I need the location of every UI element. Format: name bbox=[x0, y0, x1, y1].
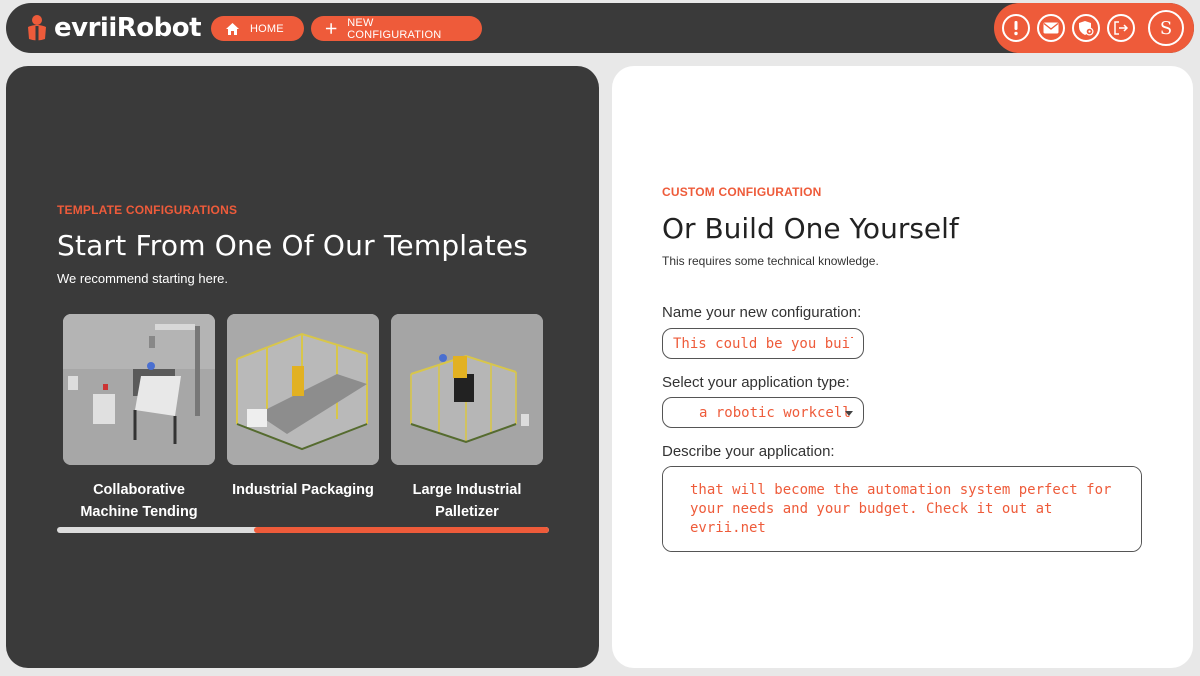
template-card-label: Collaborative Machine Tending bbox=[80, 482, 198, 520]
logo-icon bbox=[26, 14, 48, 42]
carousel-scrollbar[interactable] bbox=[57, 527, 549, 533]
custom-panel: CUSTOM CONFIGURATION Or Build One Yourse… bbox=[612, 66, 1193, 668]
carousel-scrollbar-thumb[interactable] bbox=[253, 527, 549, 533]
custom-title: Or Build One Yourself bbox=[662, 212, 959, 245]
header-actions: S bbox=[994, 3, 1194, 53]
template-thumbnail bbox=[227, 314, 379, 465]
application-type-select[interactable]: a robotic workcell bbox=[662, 397, 864, 428]
template-thumbnail bbox=[391, 314, 543, 465]
new-configuration-label: NEW CONFIGURATION bbox=[347, 16, 442, 41]
logo[interactable]: evriiRobot bbox=[26, 13, 202, 43]
home-button-label: HOME bbox=[250, 22, 284, 35]
template-card-collaborative-machine-tending[interactable]: Collaborative Machine Tending bbox=[63, 314, 215, 523]
shield-gear-icon[interactable] bbox=[1072, 14, 1100, 42]
new-configuration-button[interactable]: NEW CONFIGURATION bbox=[311, 16, 482, 41]
logout-icon[interactable] bbox=[1107, 14, 1135, 42]
template-card-label: Large Industrial Palletizer bbox=[412, 482, 522, 520]
type-field-label: Select your application type: bbox=[662, 374, 850, 391]
template-card-industrial-packaging[interactable]: Industrial Packaging bbox=[227, 314, 379, 501]
top-bar: evriiRobot HOME NEW CONFIGURATION S bbox=[6, 3, 1194, 53]
template-thumbnail bbox=[63, 314, 215, 465]
alert-icon[interactable] bbox=[1002, 14, 1030, 42]
mail-icon[interactable] bbox=[1037, 14, 1065, 42]
template-subtitle: We recommend starting here. bbox=[57, 271, 228, 286]
template-title: Start From One Of Our Templates bbox=[57, 229, 529, 262]
template-panel: TEMPLATE CONFIGURATIONS Start From One O… bbox=[6, 66, 599, 668]
plus-icon bbox=[325, 23, 337, 34]
chevron-down-icon bbox=[845, 411, 853, 416]
template-card-label: Industrial Packaging bbox=[232, 482, 374, 498]
custom-eyebrow: CUSTOM CONFIGURATION bbox=[662, 185, 822, 199]
home-button[interactable]: HOME bbox=[211, 16, 304, 41]
configuration-name-input[interactable] bbox=[662, 328, 864, 359]
template-eyebrow: TEMPLATE CONFIGURATIONS bbox=[57, 203, 238, 217]
custom-subtitle: This requires some technical knowledge. bbox=[662, 254, 879, 268]
home-icon bbox=[226, 22, 239, 35]
template-card-large-industrial-palletizer[interactable]: Large Industrial Palletizer bbox=[391, 314, 543, 523]
name-field-label: Name your new configuration: bbox=[662, 304, 862, 321]
logo-text: evriiRobot bbox=[54, 13, 202, 43]
application-type-value: a robotic workcell bbox=[699, 404, 851, 421]
avatar[interactable]: S bbox=[1148, 10, 1184, 46]
application-description-textarea[interactable]: that will become the automation system p… bbox=[662, 466, 1142, 552]
description-field-label: Describe your application: bbox=[662, 443, 835, 460]
